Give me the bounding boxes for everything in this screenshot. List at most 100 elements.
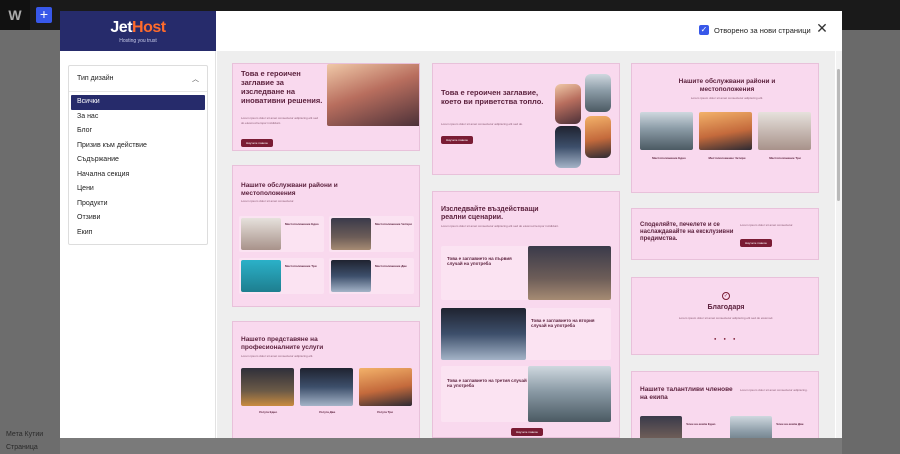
pattern-grid: Това е героичен заглавие за изследване н… — [217, 51, 835, 438]
pattern-library-modal: JetHost Hosting you trust Тип дизайн ︿ В… — [60, 11, 842, 438]
pattern-card-hero-1[interactable]: Това е героичен заглавие за изследване н… — [232, 63, 420, 151]
category-list: Всички За нас Блог Призив към действие С… — [69, 92, 207, 243]
editor-left-gutter — [0, 30, 60, 454]
team-member-name: Член на екипа Едно — [686, 422, 716, 426]
pattern-text: Lorem ipsum dolor sit amet consectetur a… — [690, 96, 764, 100]
use-case-title: Това е заглавието на третия случай на уп… — [447, 378, 527, 389]
page-label: Страница — [6, 444, 38, 451]
pattern-card-locations-2[interactable]: Нашите обслужвани райони и местоположени… — [631, 63, 819, 193]
pattern-title: Нашите талантливи членове на екипа — [640, 386, 733, 401]
location-label: Местоположение Четири — [708, 156, 746, 160]
city-photo — [528, 246, 611, 300]
pattern-card-hero-2[interactable]: Това е героичен заглавие, което ви приве… — [432, 63, 620, 175]
pattern-button: Научете повече — [241, 139, 273, 147]
mountain-photo — [555, 84, 581, 124]
category-hero[interactable]: Начална секция — [71, 168, 205, 183]
pattern-text: Lorem ipsum dolor sit amet consectetur a… — [740, 388, 808, 392]
chevron-up-icon[interactable]: ︿ — [192, 74, 199, 84]
category-team[interactable]: Екип — [71, 226, 205, 241]
pattern-text: Lorem ipsum dolor sit amet consectetur. — [241, 199, 295, 203]
social-icons: ● ● ● — [714, 336, 739, 341]
pattern-title: Това е героичен заглавие за изследване н… — [241, 69, 323, 105]
close-icon[interactable]: ✕ — [815, 21, 829, 35]
pattern-button: Научете повече — [740, 239, 772, 247]
pattern-card-cta[interactable]: Споделяйте, печелете и се наслаждавайте … — [631, 208, 819, 260]
city-photo — [331, 218, 371, 250]
category-blog[interactable]: Блог — [71, 124, 205, 139]
category-call-to-action[interactable]: Призив към действие — [71, 139, 205, 154]
pattern-title: Нашите обслужвани райони и местоположени… — [241, 182, 338, 197]
street-photo — [528, 366, 611, 422]
meta-boxes-label: Мета Кутии — [6, 431, 44, 438]
design-type-filter: Тип дизайн ︿ Всички За нас Блог Призив к… — [68, 65, 208, 245]
service-label: Услуга Три — [377, 410, 394, 414]
add-block-icon[interactable]: + — [36, 7, 52, 23]
logo-tagline: Hosting you trust — [119, 37, 157, 44]
pattern-card-locations-1[interactable]: Нашите обслужвани райони и местоположени… — [232, 165, 420, 307]
pattern-button: Научете повече — [441, 136, 473, 144]
modal-header: ✓ Отворено за нови страници ✕ — [217, 11, 842, 51]
pattern-text: Lorem ipsum dolor sit amet consectetur a… — [678, 316, 774, 320]
sunset-photo — [699, 112, 752, 150]
team-photo — [730, 416, 772, 438]
portrait-photo — [241, 218, 281, 250]
pattern-title: Нашите обслужвани райони и местоположени… — [678, 78, 776, 93]
location-label: Местоположение Едно — [652, 156, 686, 160]
category-about[interactable]: За нас — [71, 110, 205, 125]
sunrise-photo — [585, 74, 611, 112]
pattern-text: Lorem ipsum dolor sit amet consectetur a… — [441, 224, 559, 228]
portrait-photo — [758, 112, 811, 150]
pattern-title: Благодаря — [707, 304, 745, 311]
location-label: Местоположение Две — [375, 264, 407, 268]
location-label: Местоположение Четири — [375, 222, 412, 226]
filter-title: Тип дизайн — [77, 75, 114, 82]
service-photo — [300, 368, 353, 406]
pattern-text: Lorem ipsum dolor sit amet consectetur a… — [441, 122, 524, 126]
category-products[interactable]: Продукти — [71, 197, 205, 212]
valley-photo — [555, 126, 581, 168]
use-case-title: Това е заглавието на първия случай на уп… — [447, 256, 512, 267]
location-label: Местоположение Три — [285, 264, 317, 268]
sunset-photo — [585, 116, 611, 158]
pattern-text: Lorem ipsum dolor sit amet consectetur a… — [241, 354, 314, 358]
category-testimonials[interactable]: Отзиви — [71, 211, 205, 226]
editor-settings-sidebar — [842, 30, 900, 454]
lake-photo — [441, 308, 526, 360]
lake-photo — [640, 112, 693, 150]
modal-sidebar: JetHost Hosting you trust Тип дизайн ︿ В… — [60, 11, 216, 438]
pattern-title: Това е героичен заглавие, което ви приве… — [441, 88, 544, 106]
category-pricing[interactable]: Цени — [71, 182, 205, 197]
coast-photo — [331, 260, 371, 292]
service-photo — [359, 368, 412, 406]
scrollbar-thumb[interactable] — [837, 69, 840, 201]
filter-header[interactable]: Тип дизайн ︿ — [69, 66, 207, 92]
pattern-card-team[interactable]: Нашите талантливи членове на екипа Lorem… — [631, 371, 819, 438]
pattern-text: Lorem ipsum dolor sit amet consectetur. — [740, 223, 794, 227]
jethost-logo: JetHost Hosting you trust — [60, 11, 216, 51]
checkbox-checked-icon[interactable]: ✓ — [699, 25, 709, 35]
open-new-pages-toggle[interactable]: ✓ Отворено за нови страници — [699, 25, 811, 35]
service-label: Услуга Едно — [259, 410, 278, 414]
check-circle-icon: ✓ — [722, 292, 730, 300]
use-case-title: Това е заглавието на втория случай на уп… — [531, 318, 595, 329]
open-new-pages-label: Отворено за нови страници — [714, 25, 811, 35]
pattern-title: Нашето представяне на професионалните ус… — [241, 336, 324, 351]
logo-brand-accent: Host — [132, 18, 166, 36]
pattern-card-thanks[interactable]: ✓ Благодаря Lorem ipsum dolor sit amet c… — [631, 277, 819, 355]
pattern-card-use-cases[interactable]: Изследвайте въздействащи реални сценарии… — [432, 191, 620, 438]
category-all[interactable]: Всички — [71, 95, 205, 110]
team-member-name: Член на екипа Две — [776, 422, 804, 426]
pattern-title: Споделяйте, печелете и се наслаждавайте … — [640, 222, 734, 243]
location-label: Местоположение Три — [769, 156, 801, 160]
service-label: Услуга Две — [319, 410, 336, 414]
category-content[interactable]: Съдържание — [71, 153, 205, 168]
pattern-button: Научете повече — [511, 428, 543, 436]
pattern-text: Lorem ipsum dolor sit amet consectetur a… — [241, 116, 319, 125]
wordpress-logo-icon[interactable]: W — [0, 0, 30, 30]
mountain-photo — [327, 64, 419, 126]
pattern-title: Изследвайте въздействащи реални сценарии… — [441, 206, 539, 222]
pattern-card-services[interactable]: Нашето представяне на професионалните ус… — [232, 321, 420, 438]
logo-brand-main: Jet — [110, 18, 133, 36]
location-label: Местоположение Едно — [285, 222, 319, 226]
ocean-photo — [241, 260, 281, 292]
